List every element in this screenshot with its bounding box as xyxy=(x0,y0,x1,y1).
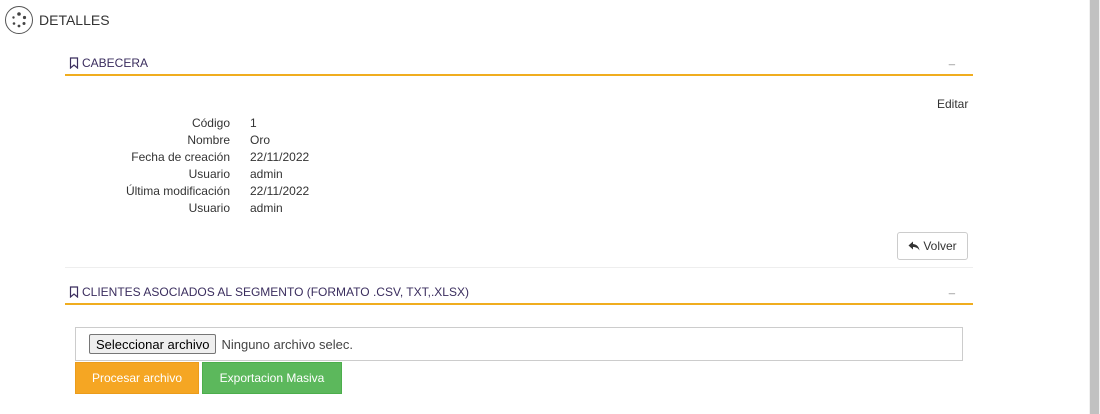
clientes-title: CLIENTES ASOCIADOS AL SEGMENTO (FORMATO … xyxy=(82,285,469,299)
detail-value-nombre: Oro xyxy=(250,133,271,147)
detail-label: Usuario xyxy=(188,167,230,181)
page-header: DETALLES xyxy=(5,5,110,35)
process-file-button[interactable]: Procesar archivo xyxy=(75,362,199,394)
page-title: DETALLES xyxy=(39,12,110,28)
clientes-title-wrap: CLIENTES ASOCIADOS AL SEGMENTO (FORMATO … xyxy=(69,285,469,299)
bookmark-icon xyxy=(69,57,79,69)
spinner-logo-icon xyxy=(5,6,33,34)
detail-row-codigo: Código xyxy=(0,115,230,132)
scrollbar-thumb[interactable] xyxy=(1090,0,1099,414)
mass-export-button[interactable]: Exportacion Masiva xyxy=(202,362,342,394)
detail-label: Usuario xyxy=(188,201,230,215)
detail-row-ultima-modificacion: Última modificación xyxy=(0,183,230,200)
detail-value-usuario: admin xyxy=(250,167,283,181)
detail-label: Código xyxy=(191,116,230,130)
bookmark-icon xyxy=(69,286,79,298)
cabecera-section-header: CABECERA _ xyxy=(65,52,973,76)
detail-row-usuario: Usuario xyxy=(0,166,230,183)
cabecera-collapse-button[interactable]: _ xyxy=(949,54,955,66)
detail-label: Fecha de creación xyxy=(131,150,230,164)
detail-row-usuario-mod: Usuario xyxy=(0,200,230,217)
detail-value-codigo: 1 xyxy=(250,116,257,130)
reply-icon xyxy=(908,241,920,251)
select-file-button[interactable]: Seleccionar archivo xyxy=(89,334,217,354)
detail-label: Nombre xyxy=(187,133,230,147)
cabecera-title: CABECERA xyxy=(82,56,149,70)
detail-value-fecha-creacion: 22/11/2022 xyxy=(250,150,310,164)
clientes-collapse-button[interactable]: _ xyxy=(949,283,955,295)
detail-row-fecha-creacion: Fecha de creación xyxy=(0,149,230,166)
detail-row-nombre: Nombre xyxy=(0,132,230,149)
file-upload-field[interactable]: Seleccionar archivo Ninguno archivo sele… xyxy=(75,327,963,361)
detail-value-ultima-modificacion: 22/11/2022 xyxy=(250,184,310,198)
detail-label: Última modificación xyxy=(125,184,230,198)
file-status-text: Ninguno archivo selec. xyxy=(221,336,353,352)
edit-link[interactable]: Editar xyxy=(937,97,968,111)
clientes-section-header: CLIENTES ASOCIADOS AL SEGMENTO (FORMATO … xyxy=(65,281,973,305)
section-divider xyxy=(65,267,973,268)
detail-value-usuario-mod: admin xyxy=(250,201,283,215)
back-button-label: Volver xyxy=(923,239,957,253)
cabecera-title-wrap: CABECERA xyxy=(69,56,148,70)
back-button[interactable]: Volver xyxy=(897,232,968,260)
